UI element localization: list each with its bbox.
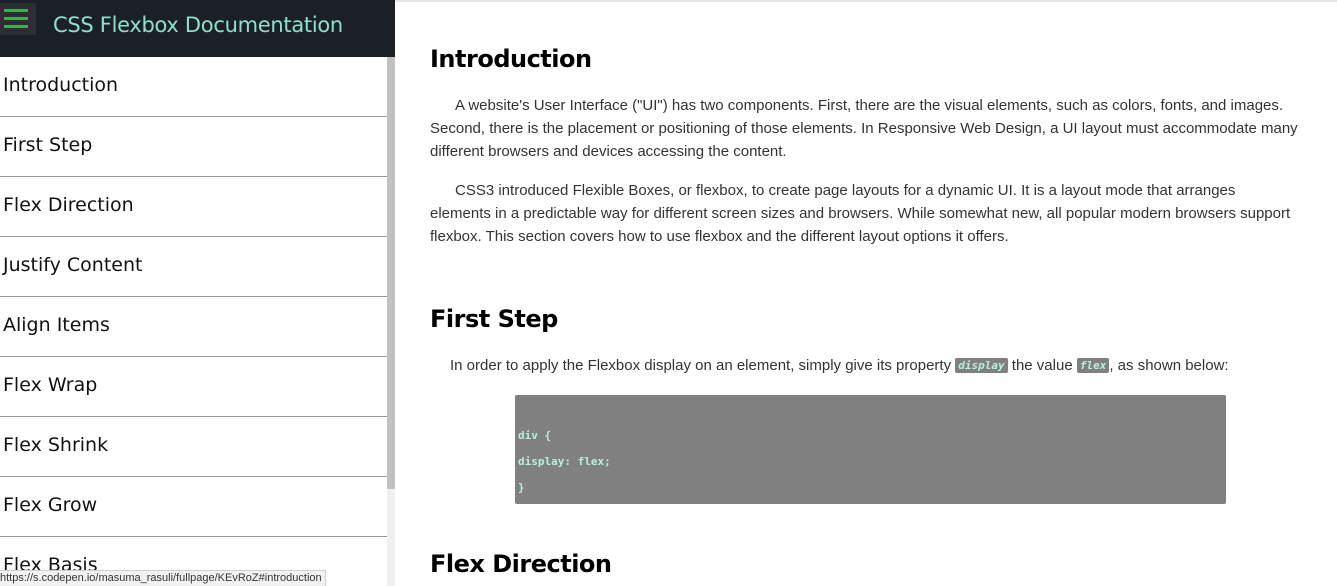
first-step-text-after: , as shown below:	[1109, 357, 1229, 374]
main-content: Introduction A website's User Interface …	[395, 0, 1337, 586]
first-step-text-before: In order to apply the Flexbox display on…	[450, 357, 956, 374]
code-block: div { display: flex; }	[515, 395, 1226, 504]
sidebar-title: CSS Flexbox Documentation	[53, 13, 343, 37]
sidebar-scrollbar-thumb[interactable]	[387, 57, 395, 489]
introduction-paragraph-2: CSS3 introduced Flexible Boxes, or flexb…	[430, 182, 1291, 245]
sidebar: CSS Flexbox Documentation Introduction F…	[0, 0, 395, 586]
sidebar-item-align-items[interactable]: Align Items	[0, 297, 387, 357]
sidebar-item-flex-grow[interactable]: Flex Grow	[0, 477, 387, 537]
sidebar-item-first-step[interactable]: First Step	[0, 117, 387, 177]
section-title-first-step: First Step	[430, 305, 558, 333]
section-title-introduction: Introduction	[430, 45, 592, 73]
sidebar-item-flex-shrink[interactable]: Flex Shrink	[0, 417, 387, 477]
sidebar-header: CSS Flexbox Documentation	[0, 0, 395, 57]
first-step-text-middle: the value	[1007, 357, 1077, 374]
sidebar-item-introduction[interactable]: Introduction	[0, 57, 387, 117]
introduction-paragraph-1: A website's User Interface ("UI") has tw…	[430, 97, 1298, 160]
code-line: div {	[518, 429, 552, 442]
sidebar-item-flex-wrap[interactable]: Flex Wrap	[0, 357, 387, 417]
section-title-flex-direction: Flex Direction	[430, 550, 612, 578]
sidebar-item-flex-direction[interactable]: Flex Direction	[0, 177, 387, 237]
first-step-paragraph: In order to apply the Flexbox display on…	[450, 357, 1229, 374]
sidebar-nav: Introduction First Step Flex Direction J…	[0, 57, 387, 586]
sidebar-item-justify-content[interactable]: Justify Content	[0, 237, 387, 297]
code-line: }	[518, 481, 525, 494]
inline-code-display: display	[955, 358, 1008, 373]
inline-code-flex: flex	[1076, 358, 1110, 373]
status-bar-url: https://s.codepen.io/masuma_rasuli/fullp…	[0, 570, 326, 586]
code-line: display: flex;	[518, 455, 611, 468]
hamburger-menu-icon[interactable]	[0, 3, 36, 35]
